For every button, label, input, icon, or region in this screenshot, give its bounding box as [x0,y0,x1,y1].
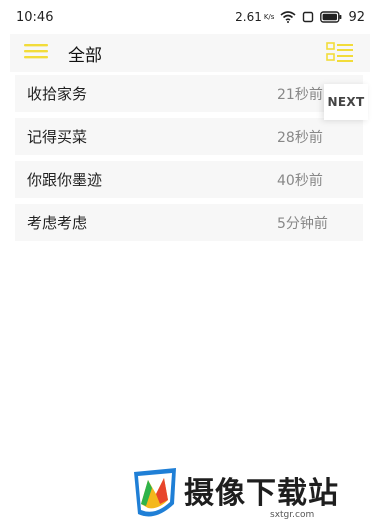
task-time: 5分钟前 [277,215,328,232]
battery-level: 92 [348,9,365,25]
task-time: 40秒前 [277,172,323,189]
watermark: 摄像下载站 sxtgr.com [130,464,375,526]
task-time: 21秒前 [277,86,323,103]
app-bar: 全部 [10,34,370,72]
hamburger-menu-button[interactable] [10,34,62,72]
task-title: 记得买菜 [27,128,88,146]
task-title: 考虑考虑 [27,214,88,232]
status-time: 10:46 [16,9,54,25]
task-row[interactable]: 你跟你墨迹 40秒前 [15,161,363,198]
status-right-group: 2.61 K/s 92 [235,10,365,25]
watermark-url: sxtgr.com [270,510,315,520]
list-view-toggle-button[interactable] [326,41,354,65]
task-row[interactable]: 考虑考虑 5分钟前 [15,204,363,241]
status-bar: 10:46 2.61 K/s 92 [0,0,379,34]
hamburger-menu-icon [24,43,48,63]
watermark-shield-logo [130,464,180,528]
task-time: 28秒前 [277,129,323,146]
network-speed-unit: K/s [263,12,275,21]
network-speed-value: 2.61 [235,10,262,24]
wifi-icon [280,11,296,23]
watermark-text: 摄像下载站 [184,476,339,511]
task-title: 收拾家务 [27,85,88,103]
sim-icon [302,11,314,23]
battery-icon [320,11,342,23]
task-row[interactable]: 记得买菜 28秒前 [15,118,363,155]
task-row[interactable]: 收拾家务 21秒前 [15,75,363,112]
task-title: 你跟你墨迹 [27,171,103,189]
network-speed: 2.61 K/s [235,10,274,24]
next-button[interactable]: NEXT [324,84,368,120]
page-title: 全部 [68,45,102,66]
list-view-icon [326,42,354,69]
task-list: 收拾家务 21秒前 记得买菜 28秒前 你跟你墨迹 40秒前 考虑考虑 5分钟前 [15,75,363,247]
